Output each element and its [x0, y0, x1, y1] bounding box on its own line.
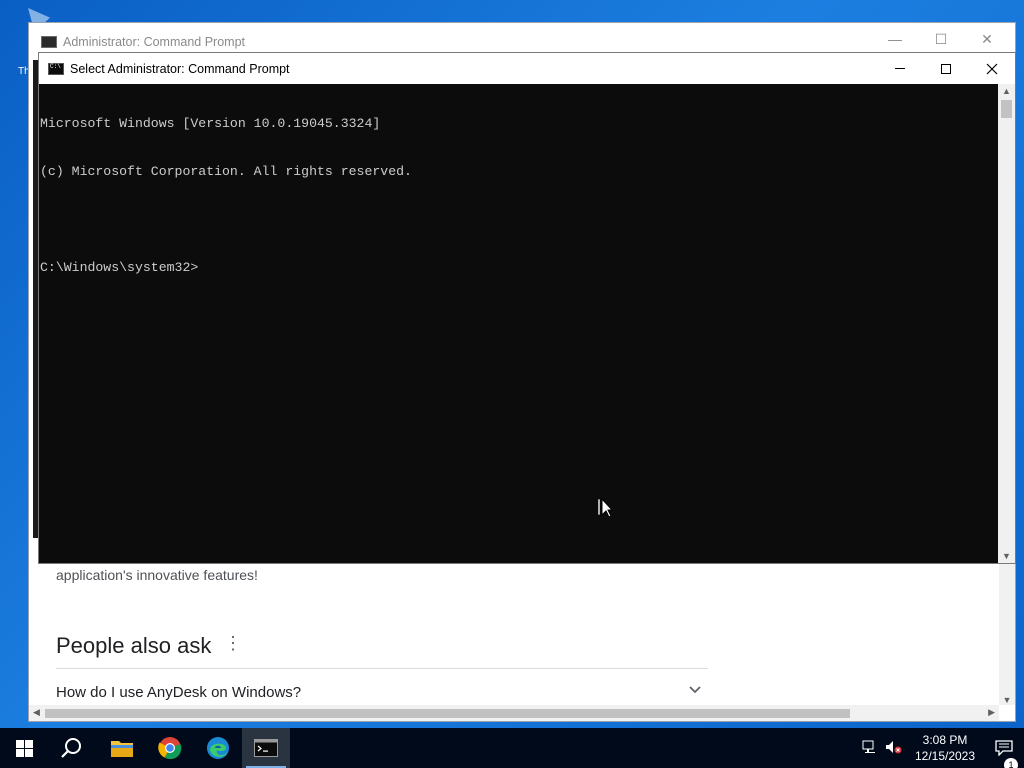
close-icon [986, 63, 998, 74]
maximize-button[interactable]: ☐ [929, 31, 953, 48]
clock-time: 3:08 PM [922, 733, 968, 747]
search-result-snippet: application's innovative features! [56, 567, 258, 583]
clock-date: 12/15/2023 [914, 749, 976, 763]
scrollbar-thumb[interactable] [1001, 100, 1012, 118]
console-scrollbar[interactable]: ▲ ▼ [998, 84, 1015, 563]
mouse-cursor-icon [598, 497, 612, 518]
more-options-icon[interactable]: ⋮ [224, 633, 242, 654]
command-prompt-window[interactable]: Select Administrator: Command Prompt Mic… [38, 52, 1016, 564]
minimize-icon [895, 68, 905, 69]
people-also-ask-heading: People also ask [56, 633, 212, 658]
start-button[interactable] [0, 728, 48, 768]
cmd-icon [254, 739, 278, 757]
cmd-icon [41, 36, 57, 48]
file-explorer-button[interactable] [98, 728, 146, 768]
console-output[interactable]: Microsoft Windows [Version 10.0.19045.33… [39, 84, 998, 563]
windows-logo-icon [15, 739, 33, 757]
action-center-button[interactable]: 1 [984, 740, 1024, 768]
taskbar: 3:08 PM 12/15/2023 1 [0, 728, 1024, 768]
maximize-button[interactable] [923, 53, 969, 84]
maximize-icon [941, 63, 951, 74]
clock[interactable]: 3:08 PM 12/15/2023 [906, 732, 984, 764]
notification-badge: 1 [1004, 758, 1018, 768]
close-button[interactable] [969, 53, 1015, 84]
cmd-icon [48, 62, 64, 75]
related-question[interactable]: How do I use AnyDesk on Windows? [56, 684, 301, 701]
scrollbar-thumb[interactable] [45, 709, 850, 718]
scroll-down-arrow[interactable]: ▼ [998, 551, 1015, 561]
folder-icon [111, 741, 133, 757]
scroll-right-arrow[interactable]: ▶ [988, 707, 995, 718]
console-line: (c) Microsoft Corporation. All rights re… [40, 164, 412, 179]
notification-icon [995, 740, 1013, 756]
minimize-button[interactable] [877, 53, 923, 84]
console-prompt[interactable]: C:\Windows\system32> [40, 260, 998, 276]
chrome-icon [158, 737, 182, 760]
command-prompt-button[interactable] [242, 728, 290, 768]
chevron-down-icon[interactable] [689, 681, 701, 697]
volume-muted-icon[interactable] [882, 740, 906, 757]
minimize-button[interactable]: — [883, 31, 907, 47]
system-tray: 3:08 PM 12/15/2023 1 [858, 728, 1024, 768]
scroll-up-arrow[interactable]: ▲ [998, 86, 1015, 96]
network-icon[interactable] [858, 740, 882, 757]
edge-icon [207, 737, 229, 759]
scroll-down-arrow[interactable]: ▼ [999, 695, 1015, 705]
edge-button[interactable] [194, 728, 242, 768]
chrome-button[interactable] [146, 728, 194, 768]
search-button[interactable] [48, 728, 96, 768]
search-icon [61, 738, 81, 758]
scroll-left-arrow[interactable]: ◀ [33, 707, 40, 718]
divider [56, 668, 708, 669]
close-button[interactable]: ✕ [975, 31, 999, 48]
console-line: Microsoft Windows [Version 10.0.19045.33… [40, 116, 381, 131]
horizontal-scrollbar[interactable]: ◀ ▶ [29, 705, 999, 721]
cmd-titlebar[interactable]: Select Administrator: Command Prompt [39, 53, 1015, 84]
browser-window-title: Administrator: Command Prompt [63, 35, 246, 49]
cmd-window-title: Select Administrator: Command Prompt [70, 61, 290, 76]
